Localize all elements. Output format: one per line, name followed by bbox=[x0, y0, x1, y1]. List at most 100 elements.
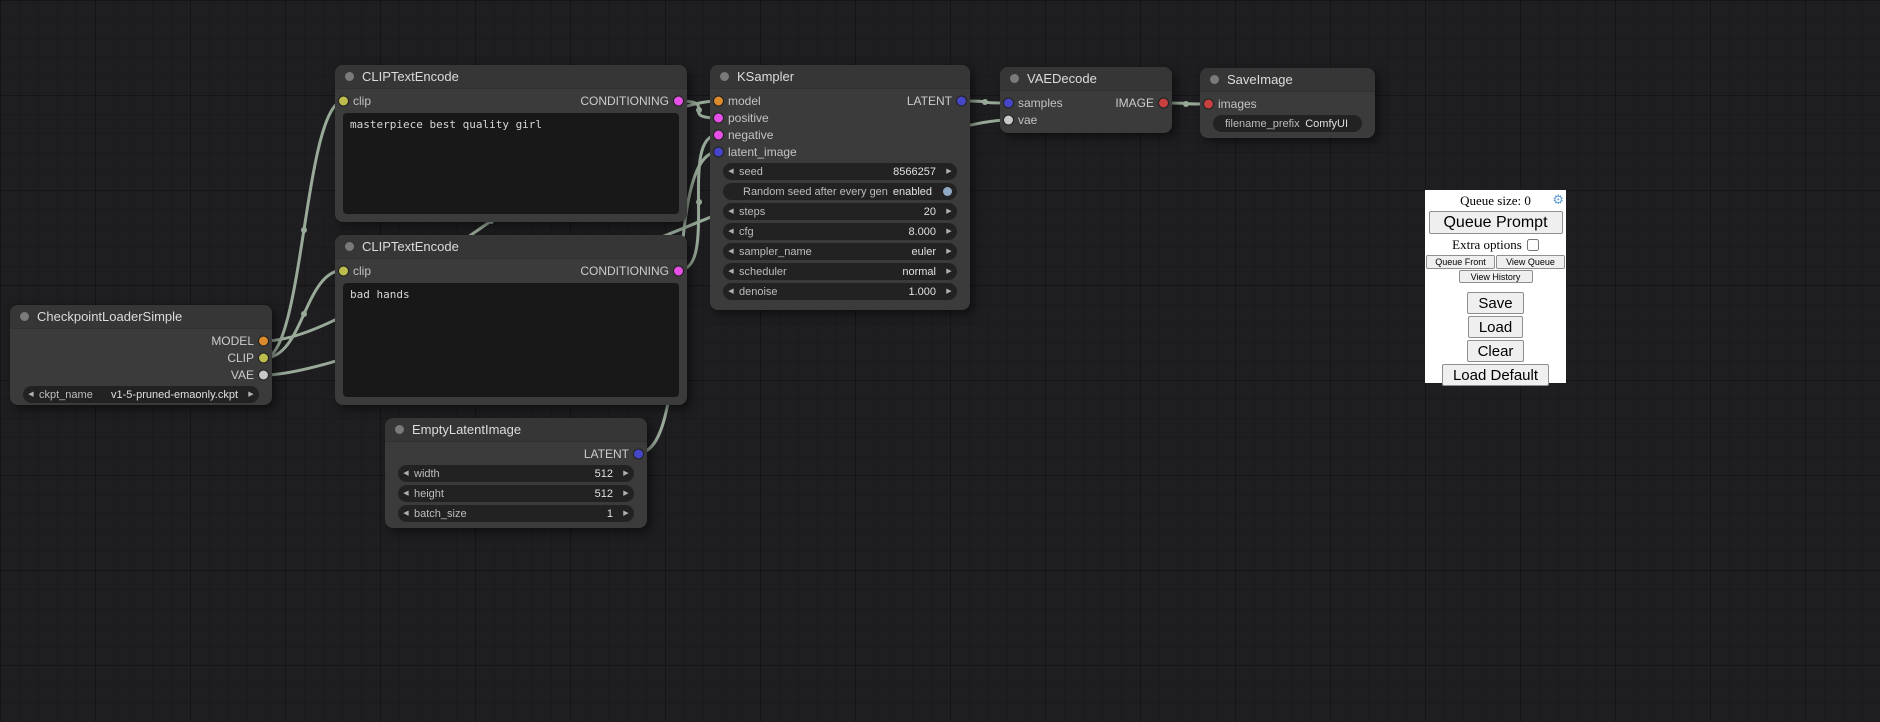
input-port-model[interactable] bbox=[714, 96, 723, 105]
widget-batch-size[interactable]: batch_size 1 bbox=[398, 505, 634, 522]
node-vae-decode[interactable]: VAEDecode samples IMAGE vae bbox=[1000, 67, 1172, 133]
increment-arrow-icon[interactable] bbox=[941, 223, 957, 240]
slot-list: images bbox=[1200, 92, 1375, 112]
node-checkpoint-loader-simple[interactable]: CheckpointLoaderSimple MODEL CLIP VAE ck… bbox=[10, 305, 272, 405]
widget-label: width bbox=[414, 468, 440, 480]
node-clip-text-encode-negative[interactable]: CLIPTextEncode clip CONDITIONING bad han… bbox=[335, 235, 687, 405]
load-button[interactable]: Load bbox=[1468, 316, 1523, 338]
comfy-menu[interactable]: Queue size: 0 ⚙ Queue Prompt Extra optio… bbox=[1425, 190, 1566, 383]
widget-denoise[interactable]: denoise 1.000 bbox=[723, 283, 957, 300]
save-button[interactable]: Save bbox=[1467, 292, 1523, 314]
output-port-latent[interactable] bbox=[634, 449, 643, 458]
load-default-button[interactable]: Load Default bbox=[1442, 364, 1549, 386]
node-title-bar[interactable]: EmptyLatentImage bbox=[385, 418, 647, 442]
decrement-arrow-icon[interactable] bbox=[398, 505, 414, 522]
widget-value: 8566257 bbox=[893, 166, 936, 178]
decrement-arrow-icon[interactable] bbox=[723, 243, 739, 260]
widget-seed[interactable]: seed 8566257 bbox=[723, 163, 957, 180]
queue-prompt-button[interactable]: Queue Prompt bbox=[1429, 211, 1563, 234]
increment-arrow-icon[interactable] bbox=[618, 465, 634, 482]
collapse-dot-icon[interactable] bbox=[1210, 75, 1219, 84]
node-title-bar[interactable]: VAEDecode bbox=[1000, 67, 1172, 91]
increment-arrow-icon[interactable] bbox=[618, 505, 634, 522]
widget-height[interactable]: height 512 bbox=[398, 485, 634, 502]
decrement-arrow-icon[interactable] bbox=[723, 203, 739, 220]
widget-value: 1.000 bbox=[908, 286, 936, 298]
collapse-dot-icon[interactable] bbox=[345, 242, 354, 251]
node-canvas[interactable]: CheckpointLoaderSimple MODEL CLIP VAE ck… bbox=[0, 0, 1880, 722]
output-slot-model: MODEL bbox=[10, 332, 272, 349]
widget-sampler-name[interactable]: sampler_name euler bbox=[723, 243, 957, 260]
input-port-positive[interactable] bbox=[714, 113, 723, 122]
decrement-arrow-icon[interactable] bbox=[23, 386, 39, 403]
increment-arrow-icon[interactable] bbox=[941, 243, 957, 260]
slot-list: clip CONDITIONING bbox=[335, 259, 687, 279]
output-port-vae[interactable] bbox=[259, 370, 268, 379]
clear-button[interactable]: Clear bbox=[1467, 340, 1525, 362]
input-label: model bbox=[728, 94, 761, 108]
widget-filename-prefix[interactable]: filename_prefix ComfyUI bbox=[1213, 115, 1362, 132]
output-port-image[interactable] bbox=[1159, 98, 1168, 107]
decrement-arrow-icon[interactable] bbox=[723, 283, 739, 300]
extra-options-checkbox[interactable] bbox=[1527, 239, 1539, 251]
output-port-conditioning[interactable] bbox=[674, 96, 683, 105]
view-history-button[interactable]: View History bbox=[1459, 270, 1533, 283]
output-port-clip[interactable] bbox=[259, 353, 268, 362]
node-title-bar[interactable]: KSampler bbox=[710, 65, 970, 89]
input-port-negative[interactable] bbox=[714, 130, 723, 139]
widget-ckpt-name[interactable]: ckpt_name v1-5-pruned-emaonly.ckpt bbox=[23, 386, 259, 403]
output-port-conditioning[interactable] bbox=[674, 266, 683, 275]
toggle-dot-icon[interactable] bbox=[943, 187, 952, 196]
link-midpoint-dot bbox=[301, 227, 307, 233]
increment-arrow-icon[interactable] bbox=[941, 263, 957, 280]
input-port-latent-image[interactable] bbox=[714, 147, 723, 156]
link-midpoint-dot bbox=[1183, 101, 1189, 107]
collapse-dot-icon[interactable] bbox=[395, 425, 404, 434]
increment-arrow-icon[interactable] bbox=[941, 203, 957, 220]
output-slot-latent: LATENT bbox=[385, 445, 647, 462]
node-title: KSampler bbox=[737, 69, 794, 84]
node-title-bar[interactable]: CLIPTextEncode bbox=[335, 65, 687, 89]
widget-cfg[interactable]: cfg 8.000 bbox=[723, 223, 957, 240]
node-title-bar[interactable]: SaveImage bbox=[1200, 68, 1375, 92]
decrement-arrow-icon[interactable] bbox=[723, 163, 739, 180]
increment-arrow-icon[interactable] bbox=[618, 485, 634, 502]
input-port-clip[interactable] bbox=[339, 266, 348, 275]
widget-random-seed-toggle[interactable]: Random seed after every gen enabled bbox=[723, 183, 957, 200]
node-empty-latent-image[interactable]: EmptyLatentImage LATENT width 512 height… bbox=[385, 418, 647, 528]
node-title-bar[interactable]: CheckpointLoaderSimple bbox=[10, 305, 272, 329]
increment-arrow-icon[interactable] bbox=[243, 386, 259, 403]
input-port-samples[interactable] bbox=[1004, 98, 1013, 107]
node-title: CheckpointLoaderSimple bbox=[37, 309, 182, 324]
output-port-model[interactable] bbox=[259, 336, 268, 345]
prompt-textarea[interactable]: masterpiece best quality girl bbox=[343, 113, 679, 214]
increment-arrow-icon[interactable] bbox=[941, 283, 957, 300]
decrement-arrow-icon[interactable] bbox=[723, 223, 739, 240]
view-queue-button[interactable]: View Queue bbox=[1496, 255, 1565, 269]
widget-width[interactable]: width 512 bbox=[398, 465, 634, 482]
decrement-arrow-icon[interactable] bbox=[723, 263, 739, 280]
widget-scheduler[interactable]: scheduler normal bbox=[723, 263, 957, 280]
extra-options-row: Extra options bbox=[1425, 236, 1566, 253]
settings-gear-icon[interactable]: ⚙ bbox=[1552, 191, 1564, 210]
input-port-vae[interactable] bbox=[1004, 115, 1013, 124]
increment-arrow-icon[interactable] bbox=[941, 163, 957, 180]
collapse-dot-icon[interactable] bbox=[20, 312, 29, 321]
node-ksampler[interactable]: KSampler model LATENT positive negative … bbox=[710, 65, 970, 310]
input-port-images[interactable] bbox=[1204, 99, 1213, 108]
input-port-clip[interactable] bbox=[339, 96, 348, 105]
decrement-arrow-icon[interactable] bbox=[398, 465, 414, 482]
collapse-dot-icon[interactable] bbox=[345, 72, 354, 81]
collapse-dot-icon[interactable] bbox=[1010, 74, 1019, 83]
decrement-arrow-icon[interactable] bbox=[398, 485, 414, 502]
widget-steps[interactable]: steps 20 bbox=[723, 203, 957, 220]
node-title-bar[interactable]: CLIPTextEncode bbox=[335, 235, 687, 259]
widget-label: batch_size bbox=[414, 508, 467, 520]
collapse-dot-icon[interactable] bbox=[720, 72, 729, 81]
queue-front-button[interactable]: Queue Front bbox=[1426, 255, 1495, 269]
node-save-image[interactable]: SaveImage images filename_prefix ComfyUI bbox=[1200, 68, 1375, 138]
output-port-latent[interactable] bbox=[957, 96, 966, 105]
node-clip-text-encode-positive[interactable]: CLIPTextEncode clip CONDITIONING masterp… bbox=[335, 65, 687, 222]
prompt-textarea[interactable]: bad hands bbox=[343, 283, 679, 397]
input-label: vae bbox=[1018, 113, 1037, 127]
